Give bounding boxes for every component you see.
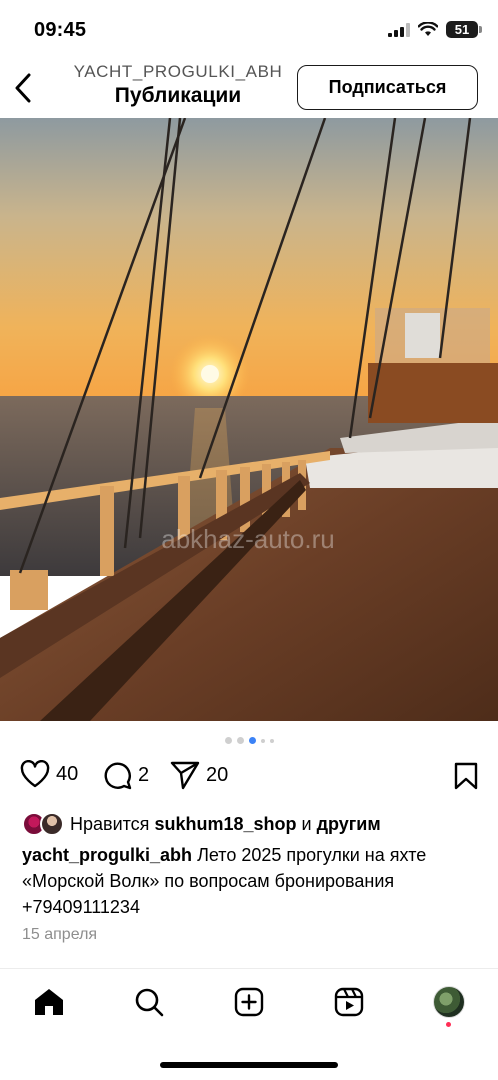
- follow-button[interactable]: Подписаться: [297, 65, 478, 110]
- tab-search[interactable]: [132, 985, 166, 1019]
- post-actions: 40 2 20: [0, 758, 498, 798]
- carousel-dot: [236, 737, 244, 744]
- carousel-dot: [224, 737, 232, 744]
- comment-icon[interactable]: [102, 760, 132, 790]
- reels-icon: [334, 987, 364, 1017]
- home-icon: [35, 989, 63, 1015]
- header: YACHT_PROGULKI_ABH Публикации Подписатьс…: [0, 60, 498, 118]
- shares-count[interactable]: 20: [206, 764, 228, 787]
- liked-by-others[interactable]: другим: [317, 814, 381, 835]
- bottom-tab-bar: [0, 968, 498, 1038]
- status-bar: 09:45 51: [0, 0, 498, 60]
- tab-profile[interactable]: [432, 985, 466, 1027]
- cellular-signal-icon: [388, 22, 410, 37]
- status-icons: 51: [388, 21, 482, 38]
- liked-by-prefix: Нравится: [70, 813, 150, 834]
- avatar: [40, 812, 64, 836]
- back-button[interactable]: [8, 68, 38, 108]
- header-username[interactable]: YACHT_PROGULKI_ABH: [60, 62, 296, 82]
- likes-count[interactable]: 40: [56, 763, 78, 786]
- post-date: 15 апреля: [22, 926, 98, 943]
- send-icon[interactable]: [170, 760, 200, 790]
- liked-by-user[interactable]: sukhum18_shop: [154, 814, 296, 835]
- liker-avatars: [22, 812, 66, 836]
- search-icon: [135, 988, 164, 1017]
- share-action: 20: [170, 760, 228, 790]
- caption-username[interactable]: yacht_progulki_abh: [22, 845, 192, 865]
- carousel-dot: [269, 738, 274, 743]
- wifi-icon: [418, 22, 438, 36]
- post-caption: yacht_progulki_abh Лето 2025 прогулки на…: [22, 842, 480, 920]
- liked-by-row[interactable]: Нравится sukhum18_shop и другим: [22, 812, 478, 836]
- like-action: 40: [20, 760, 78, 788]
- home-indicator[interactable]: [160, 1062, 338, 1068]
- page-title: Публикации: [114, 84, 242, 107]
- post-image[interactable]: abkhaz-auto.ru: [0, 118, 498, 721]
- save-button[interactable]: [454, 762, 478, 795]
- status-time: 09:45: [34, 19, 87, 41]
- carousel-dot: [260, 738, 265, 743]
- carousel-indicator: [0, 737, 498, 744]
- tab-home[interactable]: [32, 985, 66, 1019]
- watermark-text: abkhaz-auto.ru: [161, 524, 334, 554]
- carousel-dot-active: [248, 737, 256, 744]
- comments-count[interactable]: 2: [138, 764, 149, 787]
- comment-action: 2: [102, 760, 149, 790]
- tab-reels[interactable]: [332, 985, 366, 1019]
- create-icon: [234, 987, 264, 1017]
- liked-by-and: и: [301, 813, 312, 834]
- heart-icon[interactable]: [20, 760, 50, 788]
- bookmark-icon: [454, 762, 478, 790]
- header-titles: YACHT_PROGULKI_ABH Публикации: [60, 62, 296, 108]
- profile-avatar: [433, 986, 465, 1018]
- notification-dot: [446, 1022, 451, 1027]
- tab-create[interactable]: [232, 985, 266, 1019]
- chevron-left-icon: [15, 73, 31, 103]
- battery-indicator: 51: [446, 21, 482, 38]
